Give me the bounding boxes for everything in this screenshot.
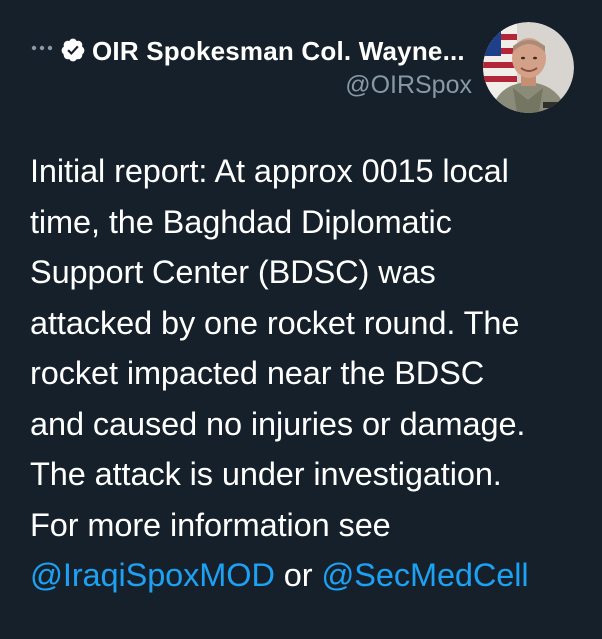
tweet-line: Support Center (BDSC) was [30, 254, 436, 290]
author-avatar[interactable] [483, 22, 574, 113]
more-options-icon[interactable] [30, 36, 54, 60]
mention-link-iraqispoxmod[interactable]: @IraqiSpoxMOD [30, 557, 275, 593]
author-display-name[interactable]: OIR Spokesman Col. Wayne... [92, 36, 465, 66]
author-handle[interactable]: @OIRSpox [345, 70, 472, 100]
tweet-line: The attack is under investigation. [30, 456, 502, 492]
tweet-line: For more information see [30, 506, 391, 543]
tweet-header: OIR Spokesman Col. Wayne... @OIRSpox [0, 0, 602, 120]
verified-badge-icon [61, 38, 85, 62]
tweet-line: and caused no injuries or damage. [30, 405, 526, 442]
mention-link-secmedcell[interactable]: @SecMedCell [321, 557, 528, 593]
tweet-line: Initial report: At approx 0015 local [30, 153, 509, 189]
mention-connector: or [274, 557, 322, 593]
tweet-text: Initial report: At approx 0015 local tim… [30, 146, 590, 601]
tweet-line: time, the Baghdad Diplomatic [30, 203, 452, 240]
tweet-line: attacked by one rocket round. The [30, 304, 520, 341]
avatar-portrait-icon [483, 22, 574, 113]
tweet-line: rocket impacted near the BDSC [30, 355, 485, 391]
tweet-mentions-line: @IraqiSpoxMOD or @SecMedCell [30, 550, 590, 601]
